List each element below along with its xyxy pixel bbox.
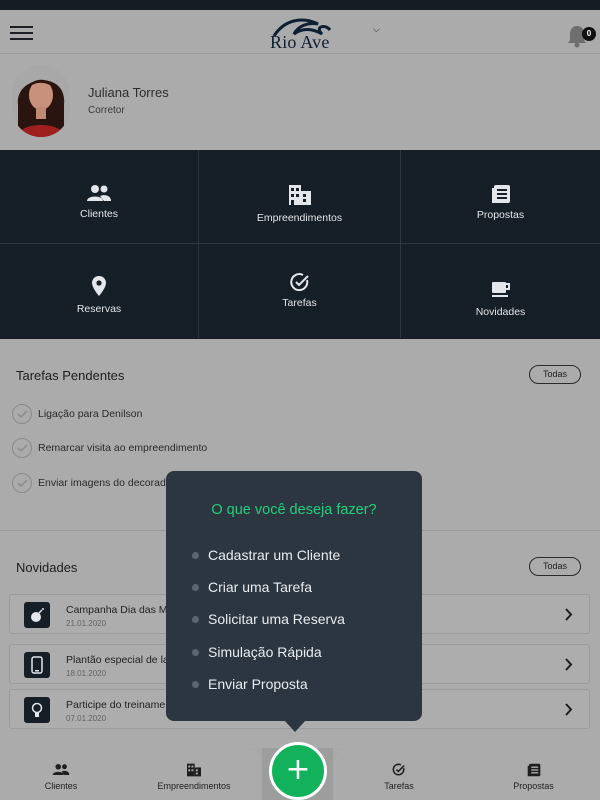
tile-label: Propostas xyxy=(476,209,525,221)
menu-item-enviar-proposta[interactable]: Enviar Proposta xyxy=(192,675,402,695)
nav-item-clientes[interactable]: Clientes xyxy=(0,748,122,800)
nav-label: Clientes xyxy=(44,781,78,791)
menu-item-label: Solicitar uma Reserva xyxy=(208,611,345,627)
news-icon-box xyxy=(24,697,50,723)
tile-novidades[interactable]: Novidades xyxy=(401,244,600,338)
user-role: Corretor xyxy=(88,105,125,116)
app-header: Rio Ave ⌵ 0 xyxy=(0,10,600,54)
news-title: Participe do treiname xyxy=(66,699,166,711)
tile-tarefas[interactable]: Tarefas xyxy=(199,244,401,338)
news-icon-box xyxy=(24,602,50,628)
user-name: Juliana Torres xyxy=(88,85,169,100)
check-circle-icon xyxy=(289,273,309,292)
tile-label: Empreendimentos xyxy=(256,212,343,224)
check-icon[interactable] xyxy=(12,473,32,493)
nav-right-panel: Tarefas Propostas xyxy=(333,748,600,800)
nav-item-empreendimentos[interactable]: Empreendimentos xyxy=(128,748,260,800)
people-icon xyxy=(52,763,70,776)
quick-actions-popover: O que você deseja fazer? Cadastrar um Cl… xyxy=(166,471,422,721)
bullet-icon xyxy=(192,681,199,688)
menu-item-criar-tarefa[interactable]: Criar uma Tarefa xyxy=(192,578,402,598)
menu-item-label: Simulação Rápida xyxy=(208,644,322,660)
bomb-icon xyxy=(31,608,44,622)
menu-item-simulacao-rapida[interactable]: Simulação Rápida xyxy=(192,643,402,663)
notification-badge: 0 xyxy=(582,27,596,41)
people-icon xyxy=(87,185,111,201)
document-icon xyxy=(527,763,540,777)
check-circle-icon xyxy=(392,763,405,776)
chevron-right-icon[interactable] xyxy=(565,703,573,716)
task-item[interactable]: Remarcar visita ao empreendimento xyxy=(12,438,312,460)
news-date: 07.01.2020 xyxy=(66,714,107,723)
bullet-icon xyxy=(192,552,199,559)
status-bar xyxy=(0,0,600,10)
news-title: Campanha Dia das M xyxy=(66,604,168,616)
task-label: Remarcar visita ao empreendimento xyxy=(38,442,208,454)
news-title: Plantão especial de la xyxy=(66,654,169,666)
menu-item-solicitar-reserva[interactable]: Solicitar uma Reserva xyxy=(192,610,402,630)
menu-item-label: Criar uma Tarefa xyxy=(208,579,313,595)
nav-item-tarefas[interactable]: Tarefas xyxy=(333,748,465,800)
nav-label: Empreendimentos xyxy=(157,781,231,791)
tile-label: Novidades xyxy=(475,306,526,318)
menu-item-label: Enviar Proposta xyxy=(208,676,308,692)
profile-section: Juliana Torres Corretor xyxy=(0,55,600,150)
news-section-title: Novidades xyxy=(16,560,78,575)
popover-title: O que você deseja fazer? xyxy=(211,502,377,518)
phone-icon xyxy=(31,656,43,674)
tasks-view-all-button[interactable]: Todas xyxy=(529,365,581,384)
news-date: 18.01.2020 xyxy=(66,669,107,678)
task-item[interactable]: Ligação para Denilson xyxy=(12,404,312,426)
tasks-section-title: Tarefas Pendentes xyxy=(16,368,125,383)
nav-label: Tarefas xyxy=(384,781,414,791)
building-icon xyxy=(288,185,311,205)
chevron-right-icon[interactable] xyxy=(565,608,573,621)
check-icon[interactable] xyxy=(12,404,32,424)
tile-label: Tarefas xyxy=(282,297,317,309)
plus-icon: + xyxy=(285,752,311,787)
avatar[interactable] xyxy=(12,65,70,137)
popover-arrow xyxy=(284,720,306,732)
nav-label: Propostas xyxy=(513,781,554,791)
tile-reservas[interactable]: Reservas xyxy=(0,244,199,338)
nav-left-panel: Clientes Empreendimentos xyxy=(0,748,262,800)
location-pin-icon xyxy=(92,276,106,296)
menu-item-label: Cadastrar um Cliente xyxy=(208,547,341,563)
logo-text: Rio Ave xyxy=(270,32,330,52)
nav-item-propostas[interactable]: Propostas xyxy=(467,748,600,800)
add-action-button[interactable]: + xyxy=(269,742,327,800)
tile-label: Clientes xyxy=(80,208,118,220)
task-label: Enviar imagens do decorado xyxy=(38,477,172,489)
menu-item-cadastrar-cliente[interactable]: Cadastrar um Cliente xyxy=(192,546,402,566)
news-icon-box xyxy=(24,652,50,678)
bullet-icon xyxy=(192,584,199,591)
lightbulb-icon xyxy=(31,702,43,717)
task-label: Ligação para Denilson xyxy=(38,408,143,420)
check-icon[interactable] xyxy=(12,438,32,458)
tile-label: Reservas xyxy=(76,303,122,315)
building-icon xyxy=(187,763,201,777)
bullet-icon xyxy=(192,649,199,656)
tile-propostas[interactable]: Propostas xyxy=(401,150,600,244)
news-date: 21.01.2020 xyxy=(66,619,107,628)
chevron-down-icon[interactable]: ⌵ xyxy=(373,24,380,35)
chevron-right-icon[interactable] xyxy=(565,658,573,671)
document-icon xyxy=(491,185,510,203)
tile-clientes[interactable]: Clientes xyxy=(0,150,199,244)
coffee-icon xyxy=(491,282,510,297)
menu-icon[interactable] xyxy=(10,26,33,40)
bullet-icon xyxy=(192,616,199,623)
news-view-all-button[interactable]: Todas xyxy=(529,557,581,576)
shortcut-grid: Clientes Empreendimentos Propostas Reser… xyxy=(0,150,600,339)
tile-empreendimentos[interactable]: Empreendimentos xyxy=(199,150,401,244)
